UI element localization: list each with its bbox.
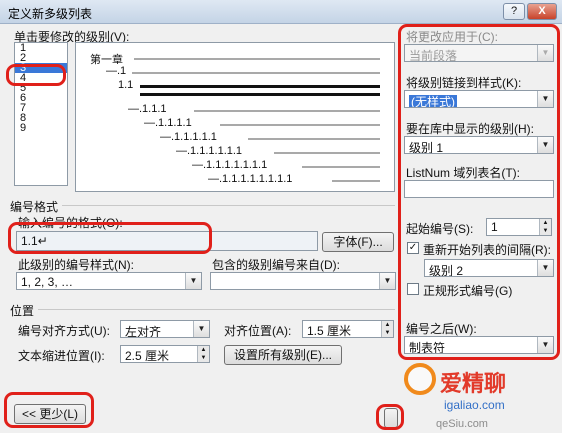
format-input[interactable]: 1.1↵ [16, 231, 318, 251]
ok-button-partial[interactable] [384, 408, 398, 428]
chevron-down-icon[interactable]: ▼ [193, 321, 209, 337]
preview-rule [134, 58, 380, 60]
preview-rule [194, 110, 380, 112]
apply-to-select[interactable]: 当前段落 ▼ [404, 44, 554, 62]
preview-rule [274, 152, 380, 154]
chevron-down-icon[interactable]: ▼ [537, 260, 553, 276]
format-input-label: 输入编号的格式(O): [18, 216, 123, 230]
preview-rule [132, 72, 380, 74]
number-style-value: 1, 2, 3, … [21, 275, 74, 289]
preview-line-2: —.1 [106, 65, 127, 77]
align-at-value: 1.5 厘米 [307, 324, 352, 338]
set-all-levels-button[interactable]: 设置所有级别(E)... [224, 345, 342, 365]
chevron-down-icon[interactable]: ▼ [185, 273, 201, 289]
preview-rule [220, 124, 380, 126]
start-at-stepper[interactable]: 1 ▲ ▼ [486, 218, 552, 236]
watermark-sub2: qeSiu.com [436, 418, 488, 430]
follow-label: 编号之后(W): [406, 322, 477, 336]
level-list[interactable]: 1 2 3 4 5 6 7 8 9 [14, 42, 68, 186]
number-style-label: 此级别的编号样式(N): [18, 258, 134, 272]
restart-level-value: 级别 2 [429, 264, 464, 277]
gallery-level-label: 要在库中显示的级别(H): [406, 122, 534, 136]
preview-line-4: —.1.1.1 [128, 103, 167, 115]
include-level-label: 包含的级别编号来自(D): [212, 258, 340, 272]
gallery-level-select[interactable]: 级别 1 ▼ [404, 136, 554, 154]
include-level-select[interactable]: ▼ [210, 272, 396, 290]
legal-label: 正规形式编号(G) [423, 284, 513, 298]
align-value: 左对齐 [125, 325, 162, 338]
align-label: 编号对齐方式(U): [18, 324, 110, 338]
follow-select[interactable]: 制表符 ▼ [404, 336, 554, 354]
window-title: 定义新多级列表 [8, 7, 93, 21]
align-at-stepper[interactable]: 1.5 厘米 ▲ ▼ [302, 320, 394, 338]
preview-line-6: —.1.1.1.1.1 [160, 131, 217, 143]
chevron-down-icon[interactable]: ▼ [537, 337, 553, 353]
font-button[interactable]: 字体(F)... [322, 232, 394, 252]
preview-rule [332, 180, 380, 182]
gallery-level-value: 级别 1 [409, 141, 444, 154]
apply-to-label: 将更改应用于(C): [406, 30, 498, 44]
preview-line-3: 1.1 [118, 79, 134, 91]
preview-line-5: —.1.1.1.1 [144, 117, 192, 129]
preview-rule [302, 166, 380, 168]
number-style-select[interactable]: 1, 2, 3, … ▼ [16, 272, 202, 290]
watermark-sub: igaliao.com [444, 398, 505, 412]
link-style-label: 将级别链接到样式(K): [406, 76, 522, 90]
chevron-down-icon[interactable]: ▼ [379, 273, 395, 289]
level-item[interactable]: 9 [15, 123, 67, 134]
listnum-label: ListNum 域列表名(T): [406, 166, 521, 180]
section-divider [62, 205, 395, 206]
spin-icon[interactable]: ▲ ▼ [381, 321, 393, 337]
align-at-label: 对齐位置(A): [224, 324, 292, 338]
align-select[interactable]: 左对齐 ▼ [120, 320, 210, 338]
position-section: 位置 [10, 304, 35, 318]
link-style-select[interactable]: (无样式) ▼ [404, 90, 554, 108]
indent-value: 2.5 厘米 [125, 349, 170, 363]
listnum-input[interactable] [404, 180, 554, 198]
preview-rule-selected [140, 93, 380, 96]
spin-icon[interactable]: ▲ ▼ [197, 346, 209, 362]
preview-line-8: —.1.1.1.1.1.1.1 [192, 159, 268, 171]
restart-checkbox[interactable]: ✓ [407, 242, 419, 254]
indent-stepper[interactable]: 2.5 厘米 ▲ ▼ [120, 345, 210, 363]
chevron-down-icon[interactable]: ▼ [537, 45, 553, 61]
legal-checkbox[interactable] [407, 283, 419, 295]
preview-line-9: —.1.1.1.1.1.1.1.1 [208, 173, 293, 185]
restart-level-select[interactable]: 级别 2 ▼ [424, 259, 554, 277]
indent-label: 文本缩进位置(I): [18, 349, 105, 363]
preview-line-7: —.1.1.1.1.1.1 [176, 145, 243, 157]
number-format-section: 编号格式 [10, 200, 59, 214]
section-divider [38, 309, 395, 310]
preview-rule [248, 138, 380, 140]
watermark-main: 爱精聊 [440, 371, 507, 396]
spin-icon[interactable]: ▲ ▼ [539, 219, 551, 235]
follow-value: 制表符 [409, 341, 446, 354]
close-button[interactable]: X [527, 3, 557, 20]
start-at-label: 起始编号(S): [406, 222, 474, 236]
chevron-down-icon[interactable]: ▼ [537, 91, 553, 107]
chevron-down-icon[interactable]: ▼ [537, 137, 553, 153]
title-bar: 定义新多级列表 ? X [0, 0, 562, 24]
link-style-value: (无样式) [409, 95, 457, 108]
watermark-logo-icon [404, 363, 436, 395]
preview-rule-selected [140, 85, 380, 88]
help-button[interactable]: ? [503, 3, 525, 20]
restart-label: 重新开始列表的间隔(R): [423, 243, 551, 257]
start-at-value: 1 [491, 220, 498, 234]
preview-pane: 第一章 —.1 1.1 —.1.1.1 —.1.1.1.1 —.1.1.1.1.… [75, 42, 395, 192]
less-button[interactable]: << 更少(L) [14, 404, 86, 424]
apply-to-value: 当前段落 [409, 49, 458, 62]
